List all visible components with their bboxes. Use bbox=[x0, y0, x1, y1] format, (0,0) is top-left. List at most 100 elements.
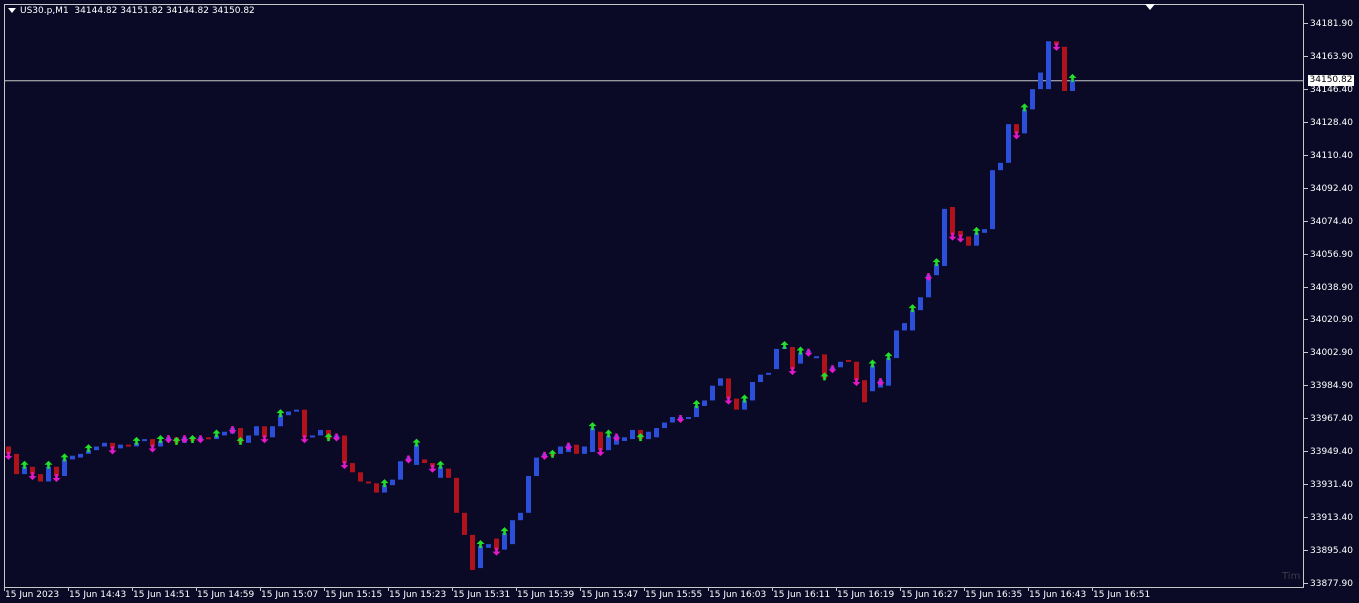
time-tick-mark bbox=[516, 588, 517, 591]
candle bbox=[142, 439, 147, 442]
time-axis[interactable]: 15 Jun 2023 15 Jun 14:43 15 Jun 14:51 15 Ju… bbox=[4, 588, 1304, 603]
candle bbox=[758, 374, 763, 383]
buy-signal-arrow-icon bbox=[276, 409, 285, 418]
price-axis[interactable]: 34181.90 34163.90 34146.40 34128.40 34110.40… bbox=[1304, 4, 1359, 589]
sell-signal-arrow-icon bbox=[180, 435, 189, 444]
candle bbox=[654, 428, 659, 438]
time-tick-mark bbox=[388, 588, 389, 591]
price-tick-label: 33949.40 bbox=[1310, 447, 1353, 458]
chart-header: US30.p,M1 34144.82 34151.82 34144.82 341… bbox=[8, 6, 255, 16]
time-tick-label: 15 Jun 16:19 bbox=[837, 590, 895, 600]
time-tick-mark bbox=[1092, 588, 1093, 591]
candle bbox=[302, 409, 307, 438]
candle bbox=[710, 385, 715, 401]
time-tick-label: 15 Jun 16:03 bbox=[709, 590, 767, 600]
price-tick-mark bbox=[1304, 154, 1308, 156]
time-tick-label: 15 Jun 15:31 bbox=[453, 590, 511, 600]
buy-signal-arrow-icon bbox=[868, 359, 877, 368]
time-tick-mark bbox=[452, 588, 453, 591]
price-tick-mark bbox=[1304, 484, 1308, 486]
time-tick-mark bbox=[68, 588, 69, 591]
price-tick-label: 33967.40 bbox=[1310, 414, 1353, 425]
price-tick-mark bbox=[1304, 253, 1308, 255]
chart-shift-marker-icon[interactable] bbox=[1145, 4, 1155, 10]
price-tick-label: 34074.40 bbox=[1310, 216, 1353, 227]
candle bbox=[910, 310, 915, 331]
price-tick-label: 34092.40 bbox=[1310, 183, 1353, 194]
time-tick-label: 15 Jun 15:47 bbox=[581, 590, 639, 600]
price-tick-label: 34163.90 bbox=[1310, 51, 1353, 62]
candle bbox=[222, 431, 227, 436]
watermark-text: Tim bbox=[1282, 571, 1301, 582]
price-tick-label: 33931.40 bbox=[1310, 480, 1353, 491]
price-tick-mark bbox=[1304, 550, 1308, 552]
candle bbox=[662, 422, 667, 429]
candle bbox=[966, 236, 971, 246]
time-tick-label: 15 Jun 2023 bbox=[5, 590, 60, 600]
time-tick-label: 15 Jun 15:39 bbox=[517, 590, 575, 600]
candlestick-chart[interactable] bbox=[0, 0, 1304, 588]
candle bbox=[918, 297, 923, 311]
candle bbox=[558, 446, 563, 454]
candle bbox=[846, 359, 851, 362]
price-tick-mark bbox=[1304, 220, 1308, 222]
candle bbox=[454, 477, 459, 513]
time-tick-mark bbox=[836, 588, 837, 591]
sell-signal-arrow-icon bbox=[804, 348, 813, 357]
buy-signal-arrow-icon bbox=[780, 341, 789, 350]
time-tick-mark bbox=[260, 588, 261, 591]
buy-signal-arrow-icon bbox=[740, 394, 749, 403]
sell-signal-arrow-icon bbox=[1052, 42, 1061, 51]
sell-signal-arrow-icon bbox=[876, 378, 885, 387]
sell-signal-arrow-icon bbox=[492, 547, 501, 556]
candle bbox=[734, 398, 739, 410]
buy-signal-arrow-icon bbox=[820, 372, 829, 381]
candle bbox=[990, 170, 995, 230]
candle bbox=[470, 534, 475, 570]
buy-signal-arrow-icon bbox=[932, 258, 941, 267]
time-tick-mark bbox=[4, 588, 5, 591]
buy-signal-arrow-icon bbox=[84, 444, 93, 453]
sell-signal-arrow-icon bbox=[108, 446, 117, 455]
candle bbox=[902, 323, 907, 331]
candle bbox=[726, 378, 731, 399]
candle bbox=[574, 444, 579, 454]
price-tick-label: 34128.40 bbox=[1310, 117, 1353, 128]
buy-signal-arrow-icon bbox=[908, 304, 917, 313]
price-tick-label: 33913.40 bbox=[1310, 513, 1353, 524]
price-tick-mark bbox=[1304, 187, 1308, 189]
buy-signal-arrow-icon bbox=[132, 436, 141, 445]
candle bbox=[374, 483, 379, 493]
buy-signal-arrow-icon bbox=[156, 434, 165, 443]
buy-signal-arrow-icon bbox=[604, 429, 613, 438]
candle bbox=[102, 442, 107, 447]
candle bbox=[998, 162, 1003, 171]
candle bbox=[886, 358, 891, 386]
price-tick-label: 34002.90 bbox=[1310, 348, 1353, 359]
candle bbox=[750, 382, 755, 401]
candle bbox=[526, 475, 531, 513]
time-tick-label: 15 Jun 15:07 bbox=[261, 590, 319, 600]
candle bbox=[598, 431, 603, 451]
candle bbox=[462, 512, 467, 535]
buy-signal-arrow-icon bbox=[412, 438, 421, 447]
candle bbox=[414, 444, 419, 465]
time-tick-label: 15 Jun 16:51 bbox=[1093, 590, 1151, 600]
sell-signal-arrow-icon bbox=[52, 473, 61, 482]
price-tick-mark bbox=[1304, 55, 1308, 57]
candle bbox=[294, 409, 299, 412]
candle bbox=[126, 444, 131, 447]
price-tick-label: 33877.90 bbox=[1310, 579, 1353, 589]
price-tick-mark bbox=[1304, 352, 1308, 354]
time-tick-label: 15 Jun 15:23 bbox=[389, 590, 447, 600]
time-tick-label: 15 Jun 16:43 bbox=[1029, 590, 1087, 600]
candle bbox=[366, 481, 371, 484]
candle bbox=[62, 459, 67, 476]
candle bbox=[46, 466, 51, 482]
buy-signal-arrow-icon bbox=[436, 460, 445, 469]
candle bbox=[38, 474, 43, 482]
sell-signal-arrow-icon bbox=[596, 448, 605, 457]
buy-signal-arrow-icon bbox=[188, 434, 197, 443]
dropdown-triangle-icon[interactable] bbox=[8, 8, 16, 13]
candle bbox=[78, 453, 83, 458]
